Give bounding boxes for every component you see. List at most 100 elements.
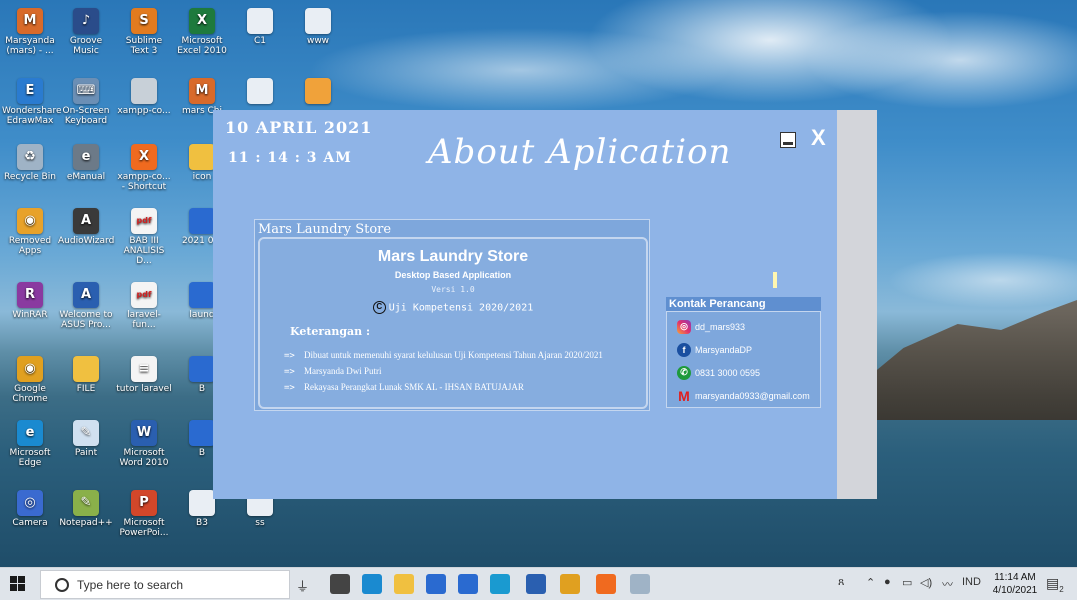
battery-icon[interactable]: ▭ bbox=[902, 576, 912, 589]
desktop-icon-label: xampp-co... bbox=[117, 106, 171, 116]
desktop-icon[interactable]: e Microsoft Edge bbox=[2, 420, 58, 468]
edge-new-icon[interactable] bbox=[490, 574, 510, 594]
desktop-icon[interactable]: A AudioWizard bbox=[58, 208, 114, 246]
desktop-icon-label: B3 bbox=[196, 518, 208, 528]
app-icon: A bbox=[73, 208, 99, 234]
desktop-icon-label: On-Screen Keyboard bbox=[62, 106, 110, 126]
store-icon[interactable] bbox=[426, 574, 446, 594]
facebook-icon: f bbox=[677, 342, 691, 357]
app-icon bbox=[73, 356, 99, 382]
app-icon: X bbox=[189, 8, 215, 34]
app-icon bbox=[189, 356, 215, 382]
chrome-icon[interactable] bbox=[560, 574, 580, 594]
app-icon: ≡ bbox=[131, 356, 157, 382]
app-icon: A bbox=[73, 282, 99, 308]
desktop-icon[interactable]: ✎ Notepad++ bbox=[58, 490, 114, 528]
microphone-icon[interactable]: ⏚ bbox=[296, 576, 309, 595]
desktop-icon[interactable]: ◉ Google Chrome bbox=[2, 356, 58, 404]
whatsapp-icon: ✆ bbox=[677, 365, 691, 380]
desktop-icon[interactable]: e eManual bbox=[58, 144, 114, 182]
contact-instagram[interactable]: ◎ dd_mars933 bbox=[667, 315, 820, 338]
desktop-icon[interactable]: ◉ Removed Apps bbox=[2, 208, 58, 256]
app-icon bbox=[305, 78, 331, 104]
app-icon: ✎ bbox=[73, 420, 99, 446]
note-text: Dibuat untuk memenuhi syarat kelulusan U… bbox=[304, 350, 603, 360]
arrow-icon: => bbox=[284, 383, 295, 393]
panel-inner: Mars Laundry Store Desktop Based Applica… bbox=[258, 237, 648, 409]
app-icon: ♻ bbox=[17, 144, 43, 170]
java-icon[interactable] bbox=[630, 574, 650, 594]
note-item: => Rekayasa Perangkat Lunak SMK AL - IHSA… bbox=[284, 381, 603, 397]
close-button[interactable]: X bbox=[811, 125, 826, 151]
desktop-icon[interactable]: FILE bbox=[58, 356, 114, 394]
mail-icon[interactable] bbox=[458, 574, 478, 594]
desktop-icon-label: Microsoft Excel 2010 bbox=[177, 36, 227, 56]
desktop-icon[interactable]: xampp-co... bbox=[116, 78, 172, 116]
desktop-icon-label: Microsoft PowerPoi... bbox=[119, 518, 169, 538]
desktop-icon[interactable]: ⌨ On-Screen Keyboard bbox=[58, 78, 114, 126]
desktop-icon[interactable]: M Marsyanda (mars) - ... bbox=[2, 8, 58, 56]
desktop-icon[interactable] bbox=[290, 78, 346, 106]
app-icon bbox=[189, 282, 215, 308]
desktop-icon[interactable]: R WinRAR bbox=[2, 282, 58, 320]
contact-gmail[interactable]: M marsyanda0933@gmail.com bbox=[667, 384, 820, 407]
desktop-icon[interactable]: S Sublime Text 3 bbox=[116, 8, 172, 56]
app-icon: P bbox=[131, 490, 157, 516]
desktop-icon-label: eManual bbox=[66, 172, 106, 182]
desktop-icon[interactable]: ♪ Groove Music bbox=[58, 8, 114, 56]
contact-facebook[interactable]: f MarsyandaDP bbox=[667, 338, 820, 361]
app-icon bbox=[189, 490, 215, 516]
app-icon bbox=[189, 208, 215, 234]
app-icon bbox=[305, 8, 331, 34]
desktop-icon-label: ss bbox=[255, 518, 265, 528]
desktop-icon[interactable]: A Welcome to ASUS Pro... bbox=[58, 282, 114, 330]
app-icon bbox=[131, 78, 157, 104]
gmail-icon: M bbox=[678, 387, 690, 404]
desktop-icon[interactable]: P Microsoft PowerPoi... bbox=[116, 490, 172, 538]
desktop-icon-label: Recycle Bin bbox=[4, 172, 56, 182]
desktop-icon[interactable]: ≡ tutor laravel bbox=[116, 356, 172, 394]
word-icon[interactable] bbox=[526, 574, 546, 594]
people-icon[interactable]: ጸ bbox=[838, 576, 844, 589]
desktop-icon[interactable]: ♻ Recycle Bin bbox=[2, 144, 58, 182]
clock[interactable]: 11:14 AM 4/10/2021 bbox=[990, 571, 1040, 597]
app-icon: e bbox=[73, 144, 99, 170]
desktop-icon-label: Microsoft Edge bbox=[9, 448, 51, 468]
file-explorer-icon[interactable] bbox=[394, 574, 414, 594]
taskbar-search-input[interactable]: Type here to search bbox=[40, 570, 290, 599]
wifi-icon[interactable]: 〰 bbox=[942, 576, 953, 592]
contact-value: marsyanda0933@gmail.com bbox=[695, 390, 810, 401]
copyright-icon: C bbox=[372, 301, 386, 314]
app-icon: R bbox=[17, 282, 43, 308]
product-version: Versi 1.0 bbox=[431, 285, 475, 294]
desktop-icon[interactable]: ✎ Paint bbox=[58, 420, 114, 458]
app-icon: ◉ bbox=[17, 356, 43, 382]
desktop-icon-label: WinRAR bbox=[12, 310, 48, 320]
desktop-icon[interactable]: Xxampp-co... - Shortcut bbox=[116, 144, 172, 192]
windows-start-icon[interactable] bbox=[10, 576, 26, 592]
desktop-icon[interactable]: W Microsoft Word 2010 bbox=[116, 420, 172, 468]
desktop-icon[interactable]: pdf laravel-fun... bbox=[116, 282, 172, 330]
desktop-icon[interactable]: E Wondershare EdrawMax bbox=[2, 78, 61, 126]
desktop-icon[interactable]: X Microsoft Excel 2010 bbox=[174, 8, 230, 56]
product-name: Mars Laundry Store bbox=[377, 248, 529, 265]
app-icon: S bbox=[131, 8, 157, 34]
volume-icon[interactable]: ◁) bbox=[920, 576, 932, 589]
language-indicator[interactable]: IND bbox=[962, 576, 981, 588]
minimize-icon[interactable] bbox=[780, 132, 796, 148]
desktop-icon[interactable]: ◎ Camera bbox=[2, 490, 58, 528]
desktop-icon[interactable]: www bbox=[290, 8, 346, 46]
tray-app-icon[interactable]: ● bbox=[884, 576, 891, 588]
app-icon: ◎ bbox=[17, 490, 43, 516]
desktop-icon-label: Notepad++ bbox=[59, 518, 113, 528]
desktop-icon[interactable]: pdf BAB III ANALISIS D... bbox=[116, 208, 172, 266]
contact-whatsapp[interactable]: ✆ 0831 3000 0595 bbox=[667, 361, 820, 384]
app-icon bbox=[189, 420, 215, 446]
desktop-icon[interactable] bbox=[232, 78, 288, 106]
task-view-icon[interactable] bbox=[330, 574, 350, 594]
notification-icon[interactable]: ▤2 bbox=[1046, 575, 1064, 594]
desktop-icon[interactable]: C1 bbox=[232, 8, 288, 46]
xampp-icon[interactable] bbox=[596, 574, 616, 594]
tray-chevron-icon[interactable]: ⌃ bbox=[866, 576, 875, 589]
edge-icon[interactable] bbox=[362, 574, 382, 594]
